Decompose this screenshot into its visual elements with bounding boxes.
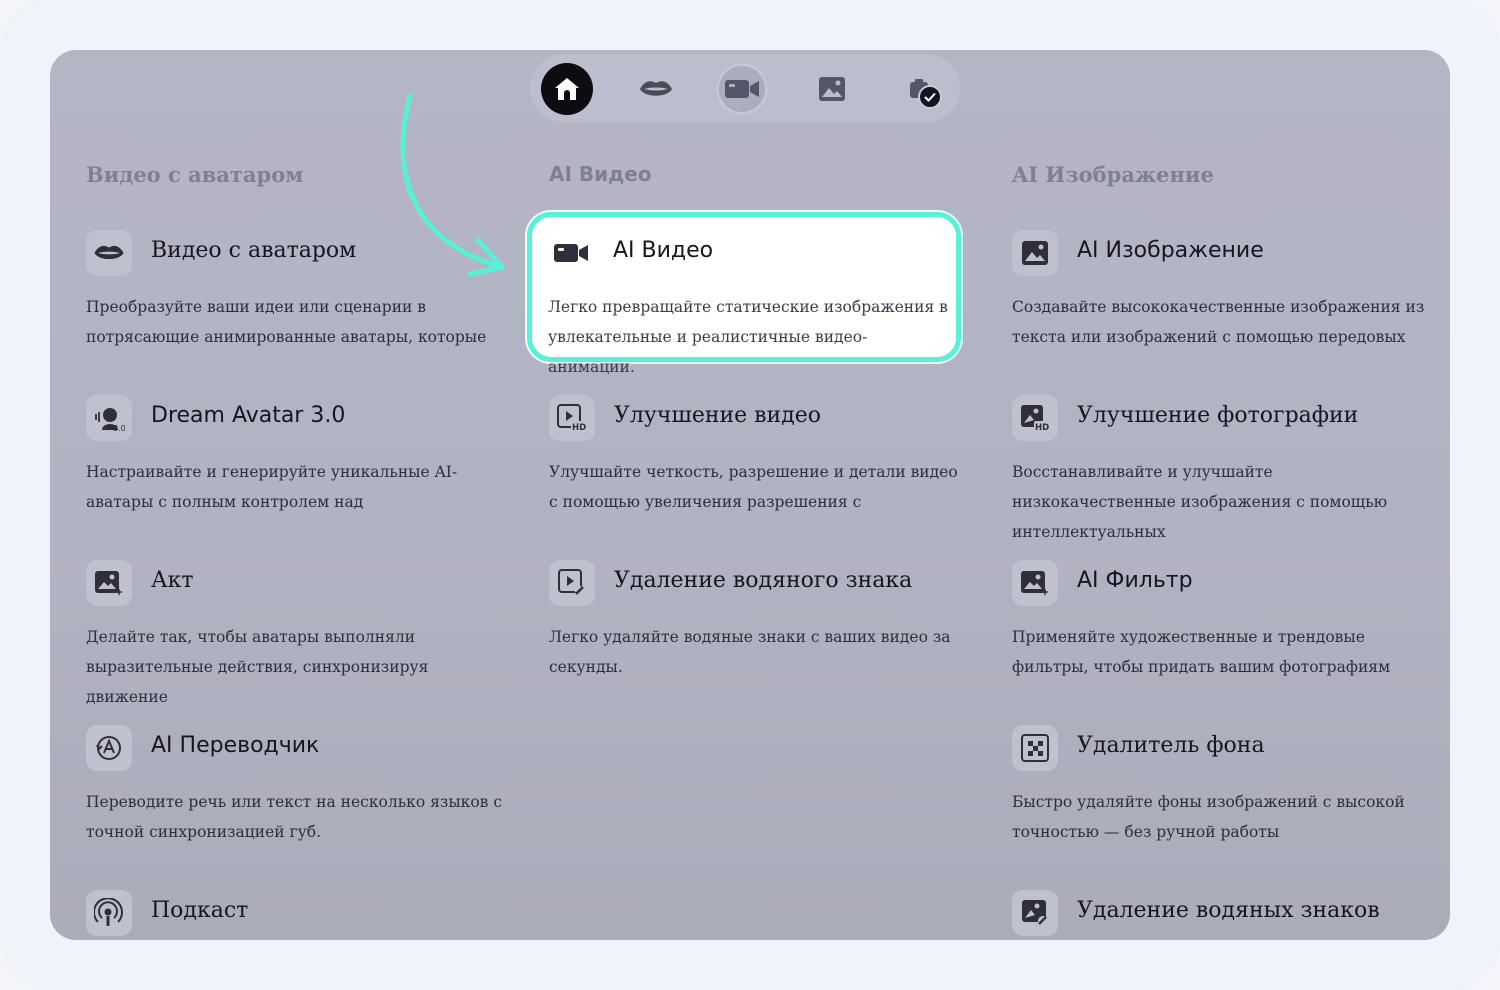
highlighted-tool-ai-video[interactable]: AI Видео Легко превращайте статические и… (527, 212, 961, 376)
tool-title: AI Видео (613, 238, 714, 263)
tool-description: Быстро удаляйте фоны изображений с высок… (1012, 793, 1405, 841)
dream-avatar-icon: 3.0 (86, 395, 132, 441)
tool-title: Удаление водяных знаков (1077, 898, 1380, 923)
tool-title: Подкаст (151, 898, 249, 923)
tool-description: Делайте так, чтобы аватары выполняли выр… (86, 628, 429, 706)
check-badge-icon (918, 85, 942, 109)
tool-description: Преобразуйте ваши идеи или сценарии в по… (86, 298, 487, 346)
image-icon (1012, 230, 1058, 276)
top-navigation (530, 54, 960, 122)
image-icon (818, 76, 846, 102)
tools-menu-panel: Видео с аватаром AI Видео AI Изображение… (50, 50, 1450, 940)
tool-title: Улучшение фотографии (1077, 403, 1359, 428)
tool-description: Настраивайте и генерируйте уникальные AI… (86, 463, 458, 511)
svg-text:HD: HD (1035, 423, 1049, 433)
background-remover-icon (1012, 725, 1058, 771)
nav-ai-image-button[interactable] (806, 63, 858, 115)
screenshot-frame: Видео с аватаром AI Видео AI Изображение… (0, 0, 1500, 990)
svg-text:HD: HD (572, 423, 586, 433)
tool-description: Легко превращайте статические изображени… (548, 298, 948, 376)
tool-title: AI Фильтр (1077, 568, 1193, 593)
tool-description: Переводите речь или текст на несколько я… (86, 793, 503, 841)
home-icon (552, 74, 582, 104)
tool-title: Улучшение видео (614, 403, 822, 428)
translator-icon (86, 725, 132, 771)
nav-camera-button[interactable] (894, 63, 946, 115)
act-icon (86, 560, 132, 606)
video-camera-icon (724, 77, 760, 101)
video-hd-icon: HD (549, 395, 595, 441)
lips-icon (639, 78, 673, 100)
svg-text:3.0: 3.0 (113, 424, 125, 432)
tool-title: AI Переводчик (151, 733, 320, 758)
column-title-ai-video: AI Видео (549, 162, 652, 186)
column-title-ai-image: AI Изображение (1012, 162, 1214, 187)
tool-title: Акт (151, 568, 194, 593)
tool-title: AI Изображение (1077, 238, 1264, 263)
image-hd-icon: HD (1012, 395, 1058, 441)
tool-description: Восстанавливайте и улучшайте низкокачест… (1012, 463, 1388, 541)
podcast-icon (86, 890, 132, 936)
tool-description: Улучшайте четкость, разрешение и детали … (549, 463, 958, 511)
tool-title: Удаление водяного знака (614, 568, 913, 593)
tool-description: Легко удаляйте водяные знаки с ваших вид… (549, 628, 951, 676)
video-watermark-icon (549, 560, 595, 606)
tool-description: Создавайте высококачественные изображени… (1012, 298, 1425, 346)
tool-description: Применяйте художественные и трендовые фи… (1012, 628, 1391, 676)
tool-title: Удалитель фона (1077, 733, 1265, 758)
image-watermark-icon (1012, 890, 1058, 936)
nav-ai-video-button[interactable] (716, 63, 768, 115)
filter-icon (1012, 560, 1058, 606)
tool-title: Dream Avatar 3.0 (151, 403, 346, 428)
annotation-arrow (400, 93, 505, 277)
column-title-avatar-video: Видео с аватаром (86, 162, 304, 187)
nav-avatar-video-button[interactable] (630, 63, 682, 115)
tool-title: Видео с аватаром (151, 238, 357, 263)
video-camera-icon (548, 230, 594, 276)
nav-home-button[interactable] (541, 63, 593, 115)
lips-icon (86, 230, 132, 276)
